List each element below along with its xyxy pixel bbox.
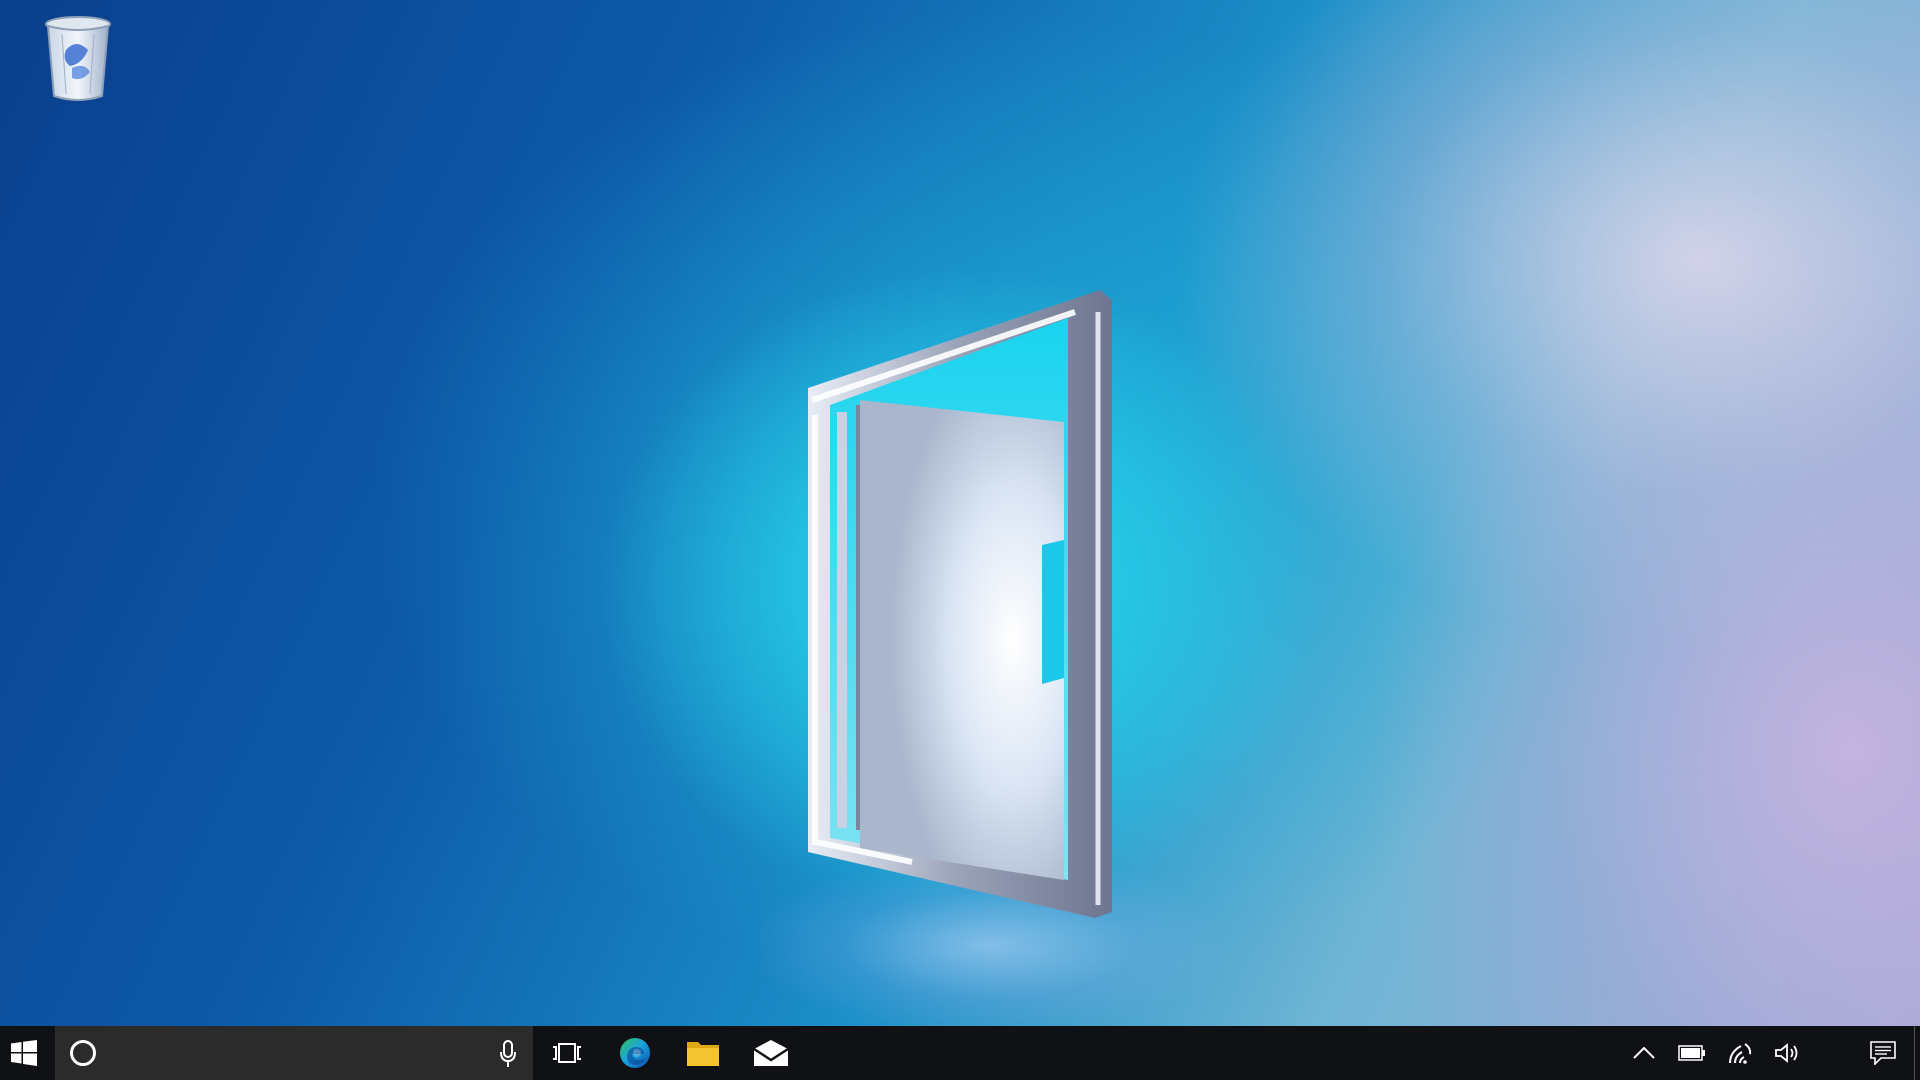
task-view-icon <box>553 1043 581 1063</box>
notification-icon <box>1870 1041 1896 1065</box>
edge-taskbar-button[interactable] <box>601 1026 669 1080</box>
battery-button[interactable] <box>1668 1026 1716 1080</box>
file-explorer-taskbar-button[interactable] <box>669 1026 737 1080</box>
show-hidden-icons-button[interactable] <box>1620 1026 1668 1080</box>
task-view-button[interactable] <box>533 1026 601 1080</box>
wifi-icon <box>1729 1043 1752 1064</box>
windows-logo-icon <box>11 1040 37 1066</box>
volume-button[interactable] <box>1764 1026 1812 1080</box>
desktop <box>0 0 1920 1026</box>
battery-icon <box>1678 1045 1705 1061</box>
cortana-circle-icon[interactable] <box>69 1039 97 1067</box>
mail-icon <box>753 1040 789 1066</box>
network-button[interactable] <box>1716 1026 1764 1080</box>
mail-taskbar-button[interactable] <box>737 1026 805 1080</box>
microphone-icon[interactable] <box>499 1040 517 1068</box>
action-center-button[interactable] <box>1852 1026 1914 1080</box>
edge-icon <box>620 1038 650 1068</box>
wallpaper-portal-artwork <box>808 290 1112 918</box>
chevron-up-icon <box>1633 1047 1655 1059</box>
search-input[interactable] <box>111 1026 471 1080</box>
recycle-bin-desktop-icon[interactable] <box>30 12 126 108</box>
recycle-bin-icon <box>45 16 111 101</box>
speaker-icon <box>1775 1043 1798 1063</box>
show-desktop-button[interactable] <box>1914 1026 1920 1080</box>
folder-icon <box>687 1042 719 1066</box>
start-button[interactable] <box>0 1026 48 1080</box>
taskbar <box>0 1026 1920 1080</box>
search-box[interactable] <box>55 1026 533 1080</box>
system-tray <box>1620 1026 1920 1080</box>
